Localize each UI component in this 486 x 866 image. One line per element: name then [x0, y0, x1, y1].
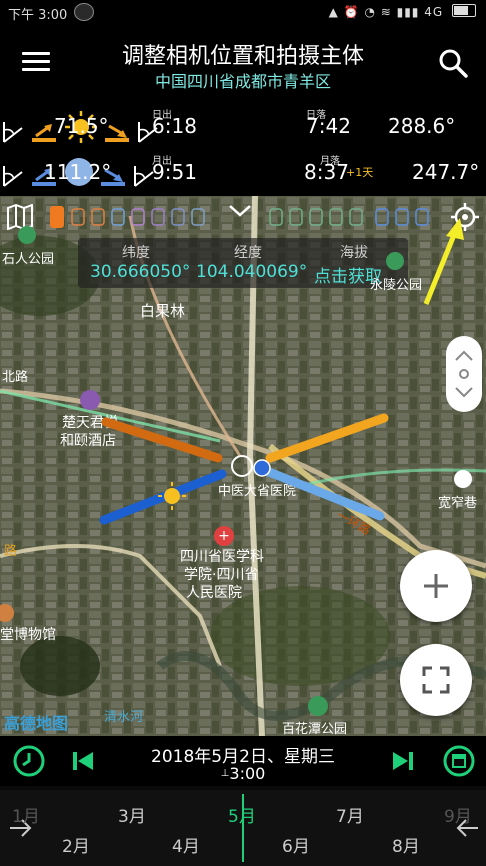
search-icon[interactable]	[438, 48, 468, 78]
sunrise-azimuth: 71.5°	[54, 114, 109, 138]
app-header: 调整相机位置和拍摄主体 中国四川省成都市青羊区	[0, 24, 486, 96]
month-scroller[interactable]: 1月 3月 5月 7月 9月 2月 4月 6月 8月	[0, 790, 486, 866]
sunset-icon	[105, 124, 130, 142]
date-bar: 2018年5月2日、星期三 ⊥3:00	[0, 736, 486, 786]
status-icons: ▲ ⏰ ◔ ≋ ▮▮▮ 4G	[329, 4, 476, 19]
sunset-direction-line	[265, 413, 389, 463]
page-title: 调整相机位置和拍摄主体	[121, 44, 364, 69]
calendar-icon[interactable]	[442, 744, 476, 778]
fullscreen-icon	[422, 666, 450, 694]
month-label[interactable]: 8月	[392, 832, 420, 857]
status-bar: 下午 3:00 ▲ ⏰ ◔ ≋ ▮▮▮ 4G	[0, 0, 486, 24]
battery-icon	[452, 4, 476, 17]
moonset-direction-line	[259, 465, 385, 521]
camera-position-marker	[231, 455, 253, 477]
month-label[interactable]: 2月	[62, 832, 90, 857]
azimuth-icon	[3, 166, 23, 187]
map-zoom-slider[interactable]	[446, 336, 482, 412]
month-label[interactable]: 3月	[118, 802, 146, 827]
skip-forward-icon[interactable]	[392, 750, 414, 772]
moon-marker	[253, 459, 271, 477]
month-label[interactable]: 7月	[336, 802, 364, 827]
moon-info-row: 111.2° 月出 9:51 月落 8:37 +1天 247.7°	[0, 156, 486, 190]
plus-icon	[424, 574, 448, 598]
moonrise-azimuth: 111.2°	[44, 160, 112, 184]
moonrise-time: 9:51	[152, 160, 197, 184]
zoom-in-button[interactable]	[400, 550, 472, 622]
month-label[interactable]: 4月	[172, 832, 200, 857]
sunrise-icon	[32, 124, 57, 142]
sunset-azimuth: 288.6°	[388, 114, 456, 138]
moonrise-direction-line	[99, 469, 227, 525]
scroll-indicator	[242, 794, 244, 862]
moonset-time: 8:37	[304, 160, 349, 184]
scroll-right-icon[interactable]	[452, 814, 480, 842]
sun-info-row: 71.5° 日出 6:18 日落 7:42 288.6°	[0, 110, 486, 144]
fullscreen-button[interactable]	[400, 644, 472, 716]
sunrise-direction-line	[101, 417, 223, 463]
azimuth-icon	[3, 122, 23, 143]
date-controls: 2018年5月2日、星期三 ⊥3:00 1月 3月 5月 7月 9月 2月 4月…	[0, 736, 486, 866]
moonset-azimuth: 247.7°	[412, 160, 480, 184]
sunrise-time: 6:18	[152, 114, 197, 138]
sunset-time: 7:42	[306, 114, 351, 138]
wechat-icon	[74, 3, 94, 21]
location-subtitle[interactable]: 中国四川省成都市青羊区	[0, 68, 486, 92]
moonset-next-day: +1天	[346, 166, 374, 179]
status-time: 下午 3:00	[8, 8, 68, 23]
signal-icon: ▲ ⏰ ◔ ≋ ▮▮▮	[328, 5, 420, 19]
network-label: 4G	[424, 5, 444, 19]
slider-glyphs	[455, 350, 473, 398]
month-label[interactable]: 1月	[12, 802, 40, 827]
selected-time-value: 3:00	[229, 764, 266, 783]
satellite-map[interactable]: 纬度 经度 海拔 30.666050° 104.040069° 点击获取 石人公…	[0, 196, 486, 736]
month-label[interactable]: 6月	[282, 832, 310, 857]
